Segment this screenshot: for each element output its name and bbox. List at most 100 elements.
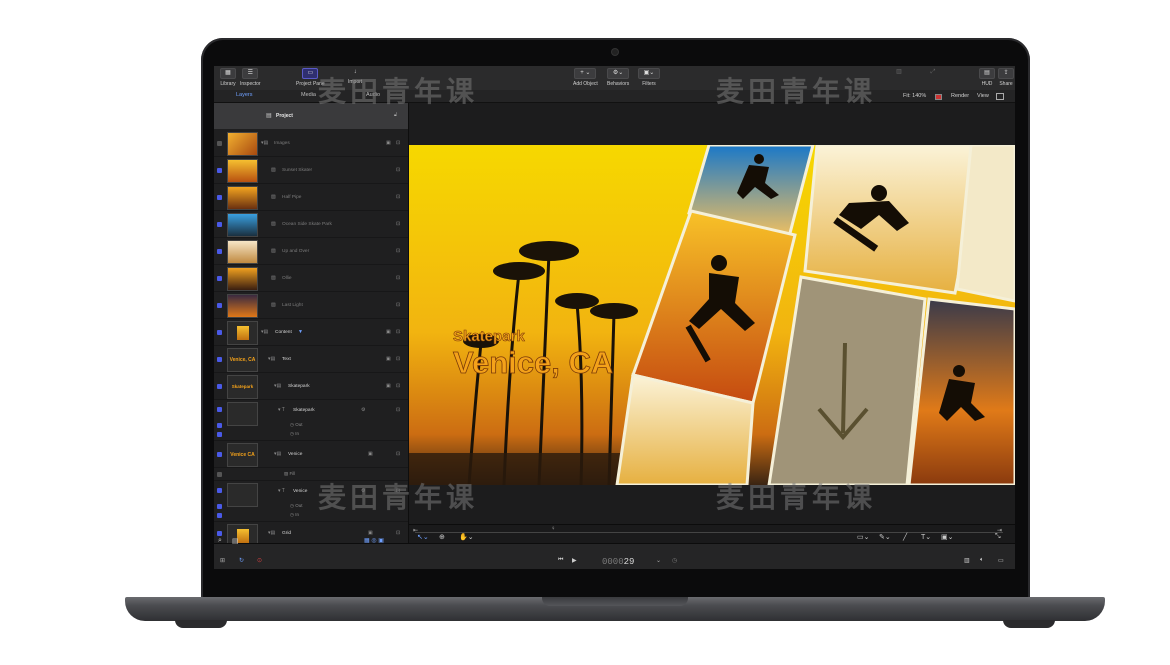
panel-icon[interactable]: ▤ (232, 537, 239, 545)
project-row[interactable]: ▤ Project 🔓︎ (214, 103, 408, 129)
pen-tool-icon[interactable]: ✎⌄ (879, 533, 891, 541)
checkbox[interactable] (217, 249, 222, 254)
timecode-menu-icon[interactable]: ⌄ (656, 557, 661, 564)
out-behavior[interactable]: ◷ Out (290, 422, 302, 428)
checkbox[interactable] (217, 488, 222, 493)
layer-row[interactable]: Venice CA ▾▤ Venice ▣ ⊡ (214, 441, 408, 468)
snapshot-button[interactable]: ▥ (892, 68, 906, 79)
mask-icon[interactable]: ▣ (368, 530, 373, 536)
previous-frame-icon[interactable]: ⏮ (558, 557, 563, 564)
lock-icon[interactable]: 🔓︎ (394, 112, 397, 118)
checkbox[interactable] (217, 513, 222, 518)
text-layer-icon[interactable]: ▾ T (278, 407, 285, 413)
audio-icon[interactable]: 🔈︎ (980, 557, 984, 564)
lock-icon[interactable]: ⊡ (396, 302, 400, 308)
tab-audio[interactable]: Audio (366, 92, 380, 98)
layer-row[interactable]: ▾▤ Images ▣ ⊡ (214, 130, 408, 157)
lock-icon[interactable]: ⊡ (396, 383, 400, 389)
anchor-tool-icon[interactable]: ⊕ (439, 533, 445, 541)
lock-icon[interactable]: ⊡ (396, 221, 400, 227)
checkbox[interactable] (217, 195, 222, 200)
tab-layers[interactable]: Layers (236, 92, 253, 98)
fullscreen-icon[interactable]: ⤡ (995, 533, 1001, 541)
text-layer-icon[interactable]: ▾ T (278, 488, 285, 494)
lock-icon[interactable]: ⊡ (396, 530, 400, 536)
layer-row[interactable]: ▨ Half Pipe ⊡ (214, 184, 408, 211)
checkbox[interactable] (217, 423, 222, 428)
timeline-toggle-icon[interactable]: ▭ (998, 557, 1004, 564)
lock-icon[interactable]: ⊡ (396, 356, 400, 362)
lock-icon[interactable]: ⊡ (396, 407, 400, 413)
group-icon[interactable]: ▣ (386, 329, 391, 335)
group-icon[interactable]: ▣ (386, 356, 391, 362)
checkbox[interactable] (217, 504, 222, 509)
disclosure-icon[interactable]: ▾▤ (268, 356, 275, 362)
checkbox[interactable] (217, 407, 222, 412)
lock-icon[interactable]: ⊡ (396, 167, 400, 173)
text-tool-icon[interactable]: T⌄ (921, 533, 931, 541)
out-behavior[interactable]: ◷ Out (290, 503, 302, 509)
checkbox[interactable] (217, 141, 222, 146)
lock-icon[interactable]: ⊡ (396, 488, 400, 494)
project-pane-button[interactable]: ▭ Project Pane (296, 68, 325, 87)
timecode-display[interactable]: 000029 (602, 557, 634, 567)
canvas[interactable]: Skatepark Venice, CA (409, 103, 1015, 524)
layer-view-icon[interactable]: ▦ ◎ ▣ (364, 537, 384, 544)
select-tool-icon[interactable]: ↖⌄ (417, 533, 429, 541)
playhead[interactable]: ♀ (551, 526, 556, 532)
in-behavior[interactable]: ◷ In (290, 431, 299, 437)
filmstrip-icon[interactable]: ▥ (964, 557, 970, 564)
lock-icon[interactable]: ⊡ (396, 275, 400, 281)
group-icon[interactable]: ▣ (386, 140, 391, 146)
lock-icon[interactable]: ⊡ (396, 329, 400, 335)
lock-icon[interactable]: ⊡ (396, 248, 400, 254)
checkbox[interactable] (217, 472, 222, 477)
inspector-button[interactable]: ☰ Inspector (240, 68, 261, 87)
layer-row[interactable]: ▾ T Skatepark ⚙ ⊡ ◷ Out ◷ In (214, 400, 408, 441)
disclosure-icon[interactable]: ▾▤ (274, 451, 281, 457)
filters-button[interactable]: ▣⌄ Filters (638, 68, 660, 87)
layer-row[interactable]: Skatepark ▾▤ Skatepark ▣ ⊡ (214, 373, 408, 400)
pan-tool-icon[interactable]: ✋⌄ (459, 533, 474, 541)
color-swatch-icon[interactable] (935, 94, 942, 100)
disclosure-icon[interactable]: ▾▤ (261, 140, 268, 146)
render-menu[interactable]: Render (951, 93, 969, 99)
layer-row[interactable]: ▨ Ocean Side Skate Park ⊡ (214, 211, 408, 238)
disclosure-icon[interactable]: ▾▤ (261, 329, 268, 335)
checkbox[interactable] (217, 222, 222, 227)
layer-row[interactable]: ▨ Last Light ⊡ (214, 292, 408, 319)
paint-tool-icon[interactable]: ╱ (903, 533, 907, 541)
fill-row[interactable]: ▨ Fill (284, 471, 295, 477)
timing-icon[interactable]: ⊞ (220, 557, 225, 564)
layer-row[interactable]: ▾ T Venice ⚙ ⊡ ◷ Out ◷ In (214, 481, 408, 522)
disclosure-icon[interactable]: ▾▤ (274, 383, 281, 389)
play-icon[interactable]: ▶ (572, 557, 577, 564)
checkbox[interactable] (217, 452, 222, 457)
tab-media[interactable]: Media (301, 92, 316, 98)
record-icon[interactable]: ⊙ (257, 557, 262, 564)
library-button[interactable]: ▦ Library (220, 68, 236, 87)
timer-icon[interactable]: ◷ (672, 557, 677, 564)
view-layout-icon[interactable] (996, 93, 1004, 100)
behavior-icon[interactable]: ⚙ (361, 407, 365, 413)
behavior-icon[interactable]: ⚙ (361, 488, 365, 494)
checkbox[interactable] (217, 432, 222, 437)
in-behavior[interactable]: ◷ In (290, 512, 299, 518)
layer-row[interactable]: ▨ Ollie ⊡ (214, 265, 408, 292)
share-button[interactable]: ⇪ Share (998, 68, 1014, 87)
layer-row[interactable]: ▨ Up and Over ⊡ (214, 238, 408, 265)
import-button[interactable]: ↓ Import (348, 68, 362, 85)
add-object-button[interactable]: + ⌄ Add Object (573, 68, 598, 87)
lock-icon[interactable]: ⊡ (396, 451, 400, 457)
layer-row[interactable]: ▨ Sunset Skater ⊡ (214, 157, 408, 184)
view-menu[interactable]: View (977, 93, 989, 99)
checkbox[interactable] (217, 168, 222, 173)
layer-row[interactable]: Venice, CA ▾▤ Text ▣ ⊡ (214, 346, 408, 373)
hud-button[interactable]: ▤ HUD (979, 68, 995, 87)
mask-tool-icon[interactable]: ▣⌄ (941, 533, 953, 541)
checkbox[interactable] (217, 531, 222, 536)
checkbox[interactable] (217, 357, 222, 362)
checkbox[interactable] (217, 303, 222, 308)
layer-row[interactable]: ▨ Fill (214, 468, 408, 481)
loop-icon[interactable]: ↻ (239, 557, 244, 564)
